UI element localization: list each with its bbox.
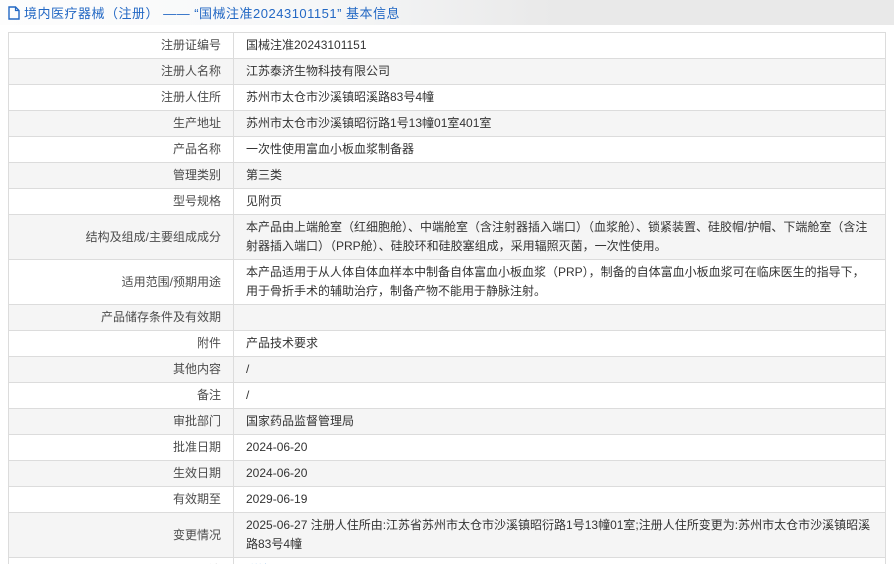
- row-value: 本产品由上端舱室（红细胞舱）、中端舱室（含注射器插入端口）（血浆舱）、锁紧装置、…: [233, 214, 886, 260]
- row-value: 本产品适用于从人体自体血样本中制备自体富血小板血浆（PRP），制备的自体富血小板…: [233, 259, 886, 305]
- row-label-text: 注册人住所: [160, 90, 221, 104]
- row-label-text: 有效期至: [172, 492, 221, 506]
- row-value: 2024-06-20: [233, 460, 886, 487]
- row-value: 国家药品监督管理局: [233, 408, 886, 435]
- table-row: 结构及组成/主要组成成分 本产品由上端舱室（红细胞舱）、中端舱室（含注射器插入端口…: [8, 214, 886, 260]
- row-value: 苏州市太仓市沙溪镇昭溪路83号4幢: [233, 84, 886, 111]
- table-row: 产品名称 一次性使用富血小板血浆制备器: [8, 136, 886, 163]
- row-label: 注册人住所: [8, 84, 234, 111]
- row-label-text: 型号规格: [172, 194, 221, 208]
- row-label: 生产地址: [8, 110, 234, 137]
- table-row: 其他内容 /: [8, 356, 886, 383]
- table-row: 生效日期 2024-06-20: [8, 460, 886, 487]
- row-label-text: 适用范围/预期用途: [121, 274, 221, 289]
- row-value: 2029-06-19: [233, 486, 886, 513]
- row-label: 产品名称: [8, 136, 234, 163]
- row-value: 见附页: [233, 188, 886, 215]
- row-label-text: 产品储存条件及有效期: [100, 310, 221, 324]
- row-label: 有效期至: [8, 486, 234, 513]
- row-label: 审批部门: [8, 408, 234, 435]
- table-row: 有效期至 2029-06-19: [8, 486, 886, 513]
- page-header: 境内医疗器械（注册） —— “国械注准20243101151” 基本信息: [0, 0, 894, 25]
- table-row: 审批部门 国家药品监督管理局: [8, 408, 886, 435]
- row-label: 管理类别: [8, 162, 234, 189]
- row-value: 产品技术要求: [233, 330, 886, 357]
- row-label-text: 批准日期: [172, 440, 221, 454]
- row-label-text: 结构及组成/主要组成成分: [85, 229, 221, 244]
- row-value: 2024-06-20: [233, 434, 886, 461]
- row-label: 结构及组成/主要组成成分: [8, 214, 234, 260]
- table-row: 注册证编号 国械注准20243101151: [8, 32, 886, 59]
- row-label-text: 审批部门: [172, 414, 221, 428]
- table-row: 注详情: [8, 557, 886, 564]
- row-label: 备注: [8, 382, 234, 409]
- document-icon: [8, 5, 20, 20]
- row-label: 适用范围/预期用途: [8, 259, 234, 305]
- row-value: 苏州市太仓市沙溪镇昭衍路1号13幢01室401室: [233, 110, 886, 137]
- row-label-text: 生产地址: [172, 116, 221, 130]
- row-label-text: 注册证编号: [160, 38, 221, 52]
- table-row: 备注 /: [8, 382, 886, 409]
- row-value: [233, 304, 886, 331]
- row-label: 型号规格: [8, 188, 234, 215]
- row-label-text: 附件: [196, 336, 221, 350]
- row-label: 变更情况: [8, 512, 234, 558]
- table-row: 管理类别 第三类: [8, 162, 886, 189]
- row-value: 一次性使用富血小板血浆制备器: [233, 136, 886, 163]
- row-value: 第三类: [233, 162, 886, 189]
- row-label: 产品储存条件及有效期: [8, 304, 234, 331]
- row-label-text: 其他内容: [172, 362, 221, 376]
- table-row: 注册人住所 苏州市太仓市沙溪镇昭溪路83号4幢: [8, 84, 886, 111]
- page-title: 境内医疗器械（注册） —— “国械注准20243101151” 基本信息: [24, 6, 401, 21]
- row-label: 注册证编号: [8, 32, 234, 59]
- row-label: 生效日期: [8, 460, 234, 487]
- table-row: 生产地址 苏州市太仓市沙溪镇昭衍路1号13幢01室401室: [8, 110, 886, 137]
- row-label: 其他内容: [8, 356, 234, 383]
- table-row: 产品储存条件及有效期: [8, 304, 886, 331]
- row-label-text: 注册人名称: [160, 64, 221, 78]
- row-label-text: 产品名称: [172, 142, 221, 156]
- table-row: 型号规格 见附页: [8, 188, 886, 215]
- row-label-text: 生效日期: [172, 466, 221, 480]
- info-table-body: 注册证编号 国械注准20243101151 注册人名称 江苏泰济生物科技有限公司 注册人…: [8, 32, 886, 564]
- row-label: 批准日期: [8, 434, 234, 461]
- row-label-text: 管理类别: [172, 168, 221, 182]
- table-row: 适用范围/预期用途 本产品适用于从人体自体血样本中制备自体富血小板血浆（PRP），…: [8, 259, 886, 305]
- info-table: 注册证编号 国械注准20243101151 注册人名称 江苏泰济生物科技有限公司 注册人…: [8, 32, 886, 564]
- table-row: 批准日期 2024-06-20: [8, 434, 886, 461]
- row-value: 江苏泰济生物科技有限公司: [233, 58, 886, 85]
- row-label: 注: [8, 557, 234, 564]
- row-value: /: [233, 382, 886, 409]
- table-row: 附件 产品技术要求: [8, 330, 886, 357]
- row-value: /: [233, 356, 886, 383]
- table-row: 注册人名称 江苏泰济生物科技有限公司: [8, 58, 886, 85]
- row-label-text: 备注: [196, 388, 221, 402]
- row-value: 详情: [233, 557, 886, 564]
- table-row: 变更情况 2025-06-27 注册人住所由:江苏省苏州市太仓市沙溪镇昭衍路1号1…: [8, 512, 886, 558]
- row-label: 附件: [8, 330, 234, 357]
- row-value: 2025-06-27 注册人住所由:江苏省苏州市太仓市沙溪镇昭衍路1号13幢01…: [233, 512, 886, 558]
- row-label-text: 变更情况: [172, 527, 221, 542]
- row-value: 国械注准20243101151: [233, 32, 886, 59]
- row-label: 注册人名称: [8, 58, 234, 85]
